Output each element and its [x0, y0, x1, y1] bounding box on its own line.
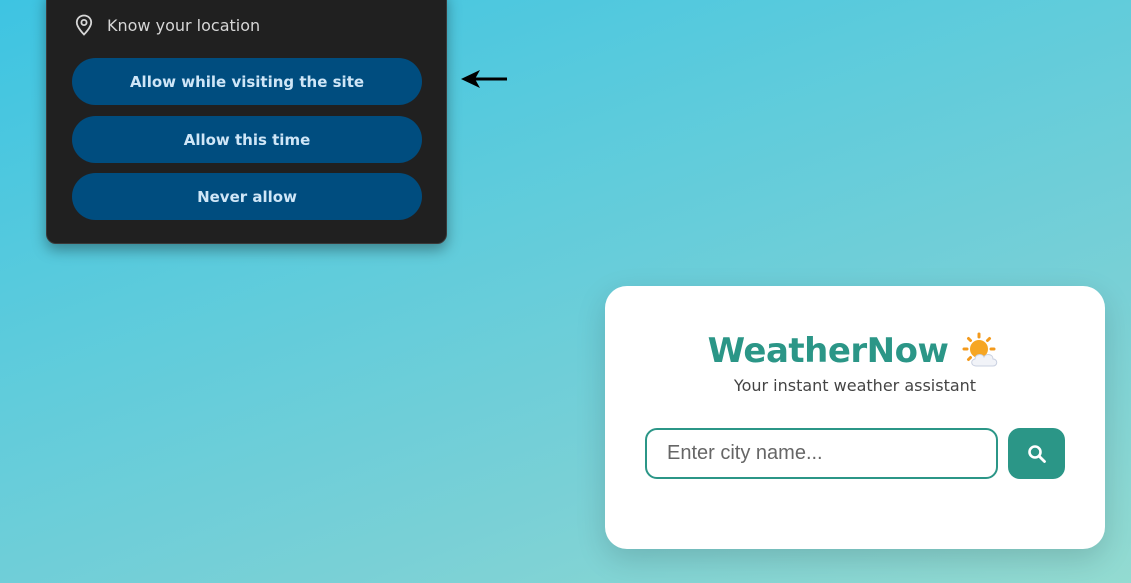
app-subtitle: Your instant weather assistant	[733, 376, 977, 395]
city-search-input[interactable]	[645, 428, 998, 479]
never-allow-button[interactable]: Never allow	[72, 173, 422, 220]
weather-search-card: WeatherNow Your instant weather assistan…	[605, 286, 1105, 549]
permission-prompt-text: Know your location	[107, 15, 261, 35]
app-header: WeatherNow	[605, 330, 1105, 372]
permission-request-row: Know your location	[75, 13, 260, 37]
search-button[interactable]	[1008, 428, 1065, 479]
sun-behind-cloud-icon	[962, 332, 998, 367]
location-pin-icon	[75, 14, 93, 36]
location-permission-popup: Know your location Allow while visiting …	[46, 0, 447, 244]
search-icon	[1027, 444, 1046, 463]
app-title: WeatherNow	[707, 331, 949, 371]
left-arrow-icon	[461, 70, 507, 88]
allow-while-visiting-button[interactable]: Allow while visiting the site	[72, 58, 422, 105]
allow-this-time-button[interactable]: Allow this time	[72, 116, 422, 163]
